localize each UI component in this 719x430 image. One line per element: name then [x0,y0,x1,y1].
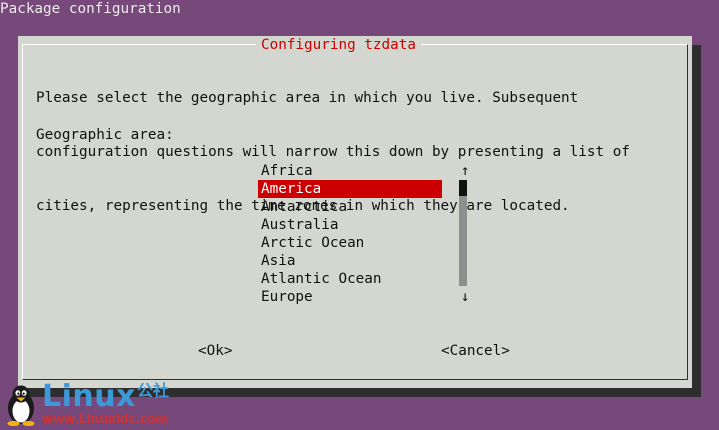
scrollbar-thumb[interactable] [459,180,467,196]
scroll-up-arrow-icon[interactable]: ↑ [458,162,472,180]
logo-wordmark: Linux公社 [42,382,169,412]
list-item[interactable]: Australia [258,216,442,234]
logo-text: Linux [42,379,136,414]
logo-url: www.Linuxidc.com [42,412,168,426]
ok-button[interactable]: <Ok> [198,342,232,360]
description-line-1: Please select the geographic area in whi… [36,90,579,106]
geographic-area-label: Geographic area: [36,127,174,143]
list-item[interactable]: Arctic Ocean [258,234,442,252]
list-item[interactable]: America [258,180,442,198]
list-item[interactable]: Europe [258,288,442,306]
description-line-2: configuration questions will narrow this… [36,144,630,160]
logo-chinese-text: 公社 [136,381,169,400]
list-item[interactable]: Asia [258,252,442,270]
penguin-icon [7,385,35,426]
list-item[interactable]: Antarctica [258,198,442,216]
scroll-down-arrow-icon[interactable]: ↓ [458,288,472,306]
watermark-logo: Linux公社 www.Linuxidc.com [4,382,184,428]
dialog-title: Configuring tzdata [256,36,421,54]
cancel-button[interactable]: <Cancel> [441,342,510,360]
scrollbar[interactable] [459,180,467,286]
window-title: Package configuration [0,1,181,17]
list-item[interactable]: Africa [258,162,442,180]
tzdata-dialog: Configuring tzdata Please select the geo… [18,36,692,388]
geographic-area-list[interactable]: Africa America Antarctica Australia Arctic O… [258,162,442,306]
list-item[interactable]: Atlantic Ocean [258,270,442,288]
